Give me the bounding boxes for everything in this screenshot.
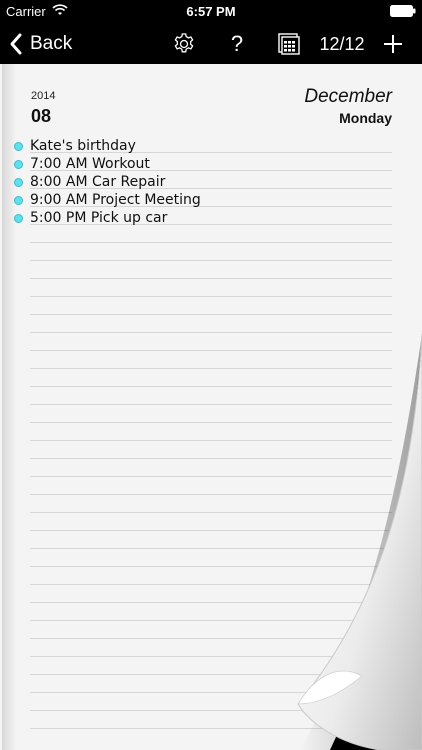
event-bullet-icon [14, 159, 23, 169]
plus-icon [384, 35, 402, 53]
status-time: 6:57 PM [186, 4, 236, 19]
event-text: 9:00 AM Project Meeting [30, 192, 201, 208]
calendar-icon [278, 33, 300, 55]
event-bullet-icon [14, 213, 23, 223]
rule-line [30, 242, 392, 243]
rule-line [30, 674, 392, 675]
event-bullet-icon [14, 141, 23, 151]
year-label: 2014 [31, 90, 56, 102]
rule-line [30, 710, 392, 711]
event-text: 7:00 AM Workout [30, 156, 150, 172]
back-label: Back [30, 33, 73, 54]
rule-line [30, 332, 392, 333]
rule-line [30, 368, 392, 369]
nav-bar: Back ? 12/12 [0, 24, 422, 64]
gear-icon [174, 33, 194, 53]
rule-line [30, 530, 392, 531]
date-counter[interactable]: 12/12 [316, 30, 368, 58]
event-text: 5:00 PM Pick up car [30, 210, 168, 226]
rule-line [30, 692, 392, 693]
event-item[interactable]: 9:00 AM Project Meeting [14, 191, 201, 209]
back-button[interactable]: Back [8, 30, 72, 58]
event-text: Kate's birthday [30, 138, 136, 154]
rule-line [30, 278, 392, 279]
event-item[interactable]: 8:00 AM Car Repair [14, 173, 165, 191]
weekday-label: Monday [339, 110, 392, 126]
rule-line [30, 728, 392, 729]
event-text: 8:00 AM Car Repair [30, 174, 166, 190]
rule-line [30, 404, 392, 405]
rule-line [30, 638, 392, 639]
rule-line [30, 512, 392, 513]
rule-line [30, 656, 392, 657]
event-bullet-icon [14, 177, 23, 187]
rule-line [30, 602, 392, 603]
rule-line [30, 494, 392, 495]
rule-line [30, 350, 392, 351]
rule-line [30, 584, 392, 585]
event-item[interactable]: 7:00 AM Workout [14, 155, 150, 173]
help-icon: ? [230, 31, 244, 56]
status-bar: Carrier 6:57 PM [0, 0, 422, 24]
month-label: December [304, 86, 392, 107]
event-item[interactable]: Kate's birthday [14, 137, 136, 155]
rule-line [30, 548, 392, 549]
rule-line [30, 260, 392, 261]
rule-line [30, 386, 392, 387]
settings-button[interactable] [170, 30, 198, 58]
battery-icon [390, 5, 416, 17]
rule-line [30, 566, 392, 567]
help-button[interactable]: ? [226, 30, 248, 58]
rule-line [30, 422, 392, 423]
event-item[interactable]: 5:00 PM Pick up car [14, 209, 167, 227]
rule-line [30, 296, 392, 297]
calendar-button[interactable] [277, 30, 301, 58]
rule-line [30, 440, 392, 441]
event-bullet-icon [14, 195, 23, 205]
add-button[interactable] [380, 30, 406, 58]
rule-line [30, 620, 392, 621]
rule-line [30, 458, 392, 459]
rule-line [30, 314, 392, 315]
chevron-left-icon [10, 33, 22, 55]
day-number: 08 [31, 106, 52, 126]
rule-line [30, 476, 392, 477]
